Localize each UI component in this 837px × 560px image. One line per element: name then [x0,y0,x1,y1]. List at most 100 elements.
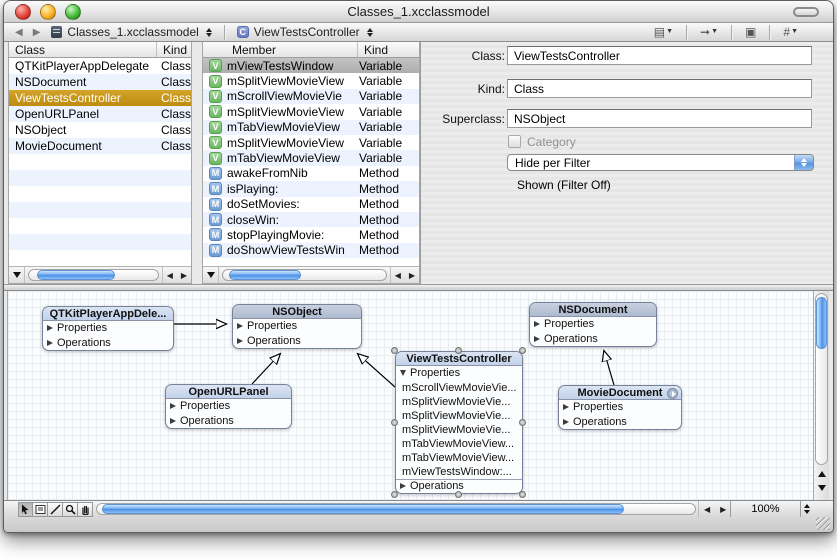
line-tool-button[interactable] [48,502,63,517]
toolbar-toggle-button[interactable] [793,7,819,17]
back-button[interactable]: ◀ [10,27,28,38]
operations-row[interactable]: Operations [559,415,681,430]
properties-row[interactable]: Properties [559,400,681,415]
resize-grip[interactable] [816,517,830,530]
member-row[interactable]: VmTabViewMovieView Variable [203,150,419,166]
pages-menu-button[interactable]: ▤ ▼ [647,26,680,38]
kind-field[interactable]: Class [507,79,812,98]
hash-menu-button[interactable]: # ▼ [776,26,805,38]
class-field[interactable]: ViewTestsController [507,46,812,65]
class-row[interactable]: QTKitPlayerAppDelegate Class [9,58,191,74]
disclosure-triangle-icon[interactable] [170,417,176,424]
selection-handle[interactable] [391,347,398,354]
arrow-menu-button[interactable]: ➞ ▼ [693,26,725,38]
forward-button[interactable]: ▶ [28,27,46,38]
disclosure-triangle-icon[interactable] [47,339,53,346]
disclosure-triangle-icon[interactable] [47,325,53,332]
properties-row[interactable]: Properties [530,317,656,332]
disclosure-triangle-icon[interactable] [170,403,176,410]
filter-popup[interactable]: Hide per Filter [507,154,814,171]
column-header-kind[interactable]: Kind [156,42,191,57]
diagram-box-nsdocument[interactable]: NSDocument Properties Operations [529,302,657,347]
properties-row[interactable]: Properties [43,321,173,336]
selection-handle[interactable] [519,419,526,426]
note-tool-button[interactable] [33,502,48,517]
class-diagram-canvas[interactable]: QTKitPlayerAppDele... Properties Operati… [7,291,813,500]
selection-handle[interactable] [391,491,398,498]
diagram-box-moviedocument[interactable]: MovieDocument Properties Operations [558,385,682,430]
scroll-right-button[interactable]: ▶ [177,271,191,280]
scrollbar-thumb[interactable] [816,297,827,349]
title-bar[interactable]: Classes_1.xcclassmodel [4,1,833,23]
scroll-down-button[interactable] [814,481,829,495]
class-row[interactable]: NSDocument Class [9,74,191,90]
scrollbar-track[interactable] [222,269,387,281]
class-row[interactable]: NSObject Class [9,122,191,138]
member-row[interactable]: VmSplitViewMovieView Variable [203,134,419,151]
class-row[interactable]: MovieDocument Class [9,138,191,154]
pane-menu-button[interactable] [203,267,219,283]
diagram-member-row[interactable]: mTabViewMovieView... [396,451,522,465]
diagram-box-nsobject[interactable]: NSObject Properties Operations [232,304,362,349]
diagram-hscrollbar[interactable] [96,503,696,515]
zoom-stepper[interactable] [800,501,813,517]
selection-handle[interactable] [519,491,526,498]
operations-row[interactable]: Operations [530,332,656,347]
disclosure-triangle-icon[interactable] [534,335,540,342]
pointer-tool-button[interactable] [18,502,33,517]
scrollbar-thumb[interactable] [102,504,624,514]
column-header-member[interactable]: Member [203,42,357,57]
disclosure-triangle-down-icon[interactable] [400,370,406,377]
diagram-member-row[interactable]: mSplitViewMovieVie... [396,409,522,423]
zoom-tool-button[interactable] [63,502,78,517]
properties-row-expanded[interactable]: Properties [396,366,522,381]
scrollbar-track[interactable] [28,269,159,281]
disclosure-triangle-icon[interactable] [534,321,540,328]
scroll-left-button[interactable]: ◀ [163,271,177,280]
member-row[interactable]: VmSplitViewMovieView Variable [203,104,419,120]
scroll-left-button[interactable]: ◀ [391,271,405,280]
navigate-circle-icon[interactable] [667,387,678,399]
model-file-popup[interactable]: Classes_1.xcclassmodel [45,23,217,41]
category-checkbox[interactable] [508,135,521,148]
properties-row[interactable]: Properties [233,319,361,334]
pane-menu-button[interactable] [9,267,25,283]
diagram-box-qtkitplayerappdelegate[interactable]: QTKitPlayerAppDele... Properties Operati… [42,306,174,351]
class-popup[interactable]: C ViewTestsController [231,23,379,41]
scroll-right-button[interactable]: ▶ [715,505,731,514]
member-row[interactable]: McloseWin: Method [203,211,419,228]
scroll-left-button[interactable]: ◀ [699,505,715,514]
diagram-member-row[interactable]: mScrollViewMovieVie... [396,381,522,395]
member-row[interactable]: MdoSetMovies: Method [203,196,419,212]
disclosure-triangle-icon[interactable] [237,337,243,344]
zoom-level-field[interactable]: 100% [731,503,800,515]
member-row[interactable]: MisPlaying: Method [203,181,419,197]
diagram-member-row[interactable]: mSplitViewMovieVie... [396,395,522,409]
column-header-class[interactable]: Class [9,42,156,57]
operations-row[interactable]: Operations [43,336,173,351]
copy-button[interactable]: ▣ [738,26,763,38]
scrollbar-thumb[interactable] [229,270,301,280]
selection-handle[interactable] [455,347,462,354]
member-row[interactable]: MawakeFromNib Method [203,165,419,182]
disclosure-triangle-icon[interactable] [237,323,243,330]
scrollbar-thumb[interactable] [37,270,115,280]
member-row[interactable]: VmScrollViewMovieVie Variable [203,88,419,105]
disclosure-triangle-icon[interactable] [400,483,406,490]
scrollbar-track[interactable] [815,293,828,465]
diagram-member-row[interactable]: mTabViewMovieView... [396,437,522,451]
member-row[interactable]: VmTabViewMovieView Variable [203,119,419,135]
diagram-member-row[interactable]: mViewTestsWindow:... [396,465,522,479]
disclosure-triangle-icon[interactable] [563,404,569,411]
member-row[interactable]: VmSplitViewMovieView Variable [203,73,419,89]
scroll-right-button[interactable]: ▶ [405,271,419,280]
scroll-up-button[interactable] [814,467,829,481]
properties-row[interactable]: Properties [166,399,291,414]
selection-handle[interactable] [391,419,398,426]
superclass-field[interactable]: NSObject [507,109,812,128]
member-row[interactable]: MdoShowViewTestsWin Method [203,242,419,259]
class-row[interactable]: OpenURLPanel Class [9,106,191,122]
diagram-member-row[interactable]: mSplitViewMovieVie... [396,423,522,437]
diagram-box-viewtestscontroller-selected[interactable]: ViewTestsController Properties mScrollVi… [395,351,523,494]
member-row-selected[interactable]: VmViewTestsWindow Variable [203,58,419,74]
